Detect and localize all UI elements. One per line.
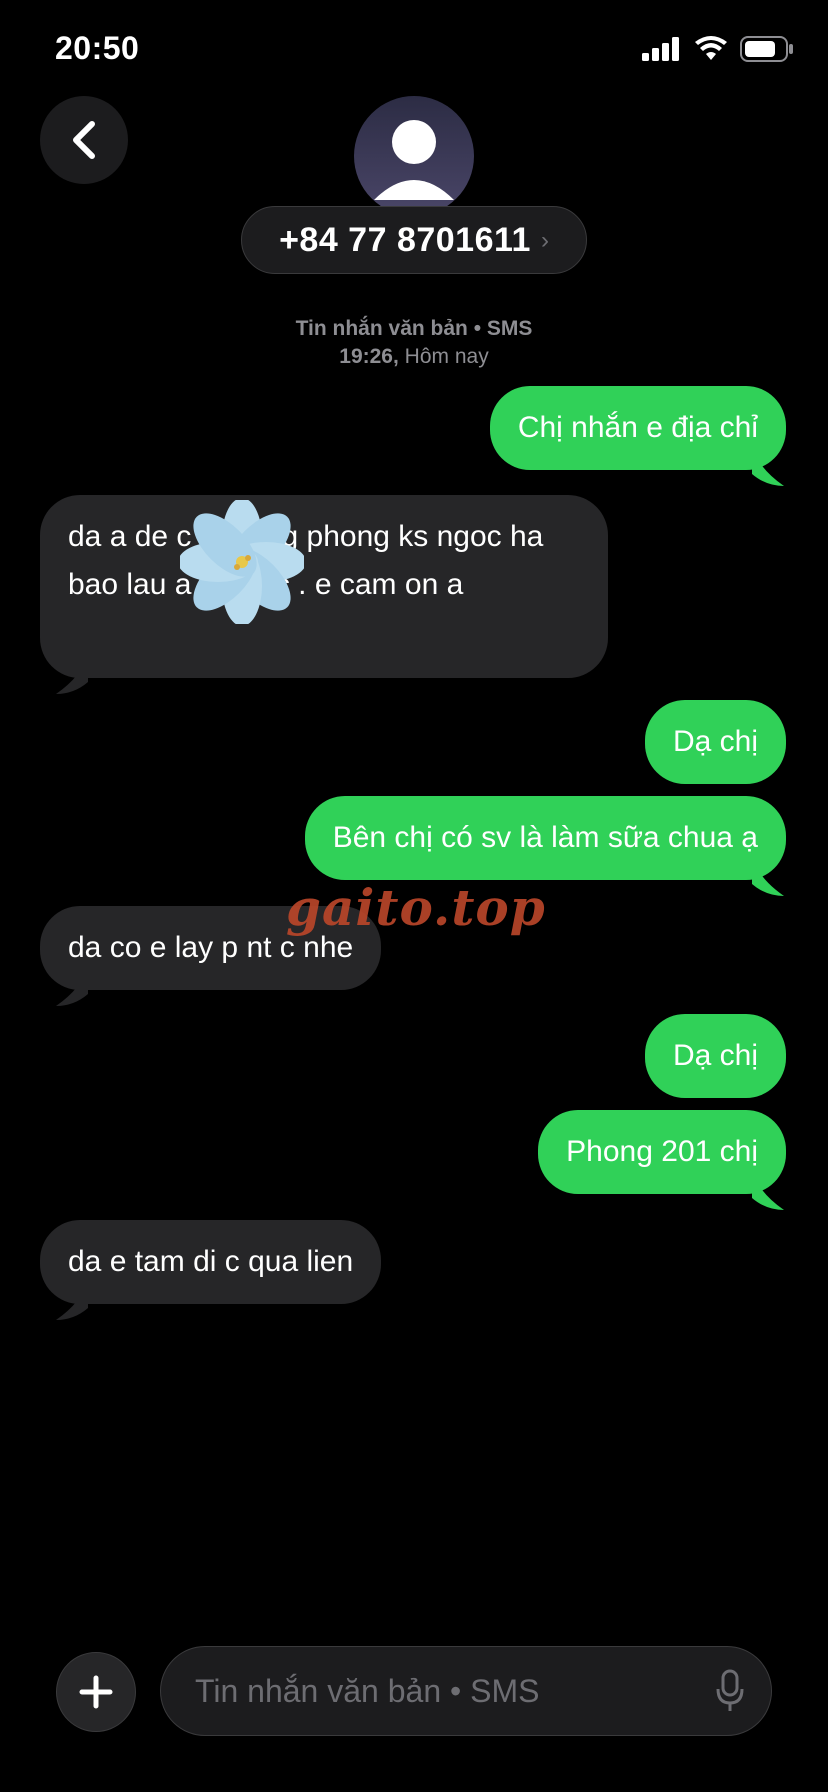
message-bubble-outgoing[interactable]: Dạ chị bbox=[644, 700, 786, 784]
flower-sticker bbox=[180, 500, 304, 624]
plus-icon bbox=[79, 1675, 113, 1709]
message-bubble-outgoing[interactable]: Bên chị có sv là làm sữa chua ạ bbox=[304, 796, 786, 880]
back-chevron-icon bbox=[73, 121, 95, 159]
status-icons bbox=[642, 36, 794, 62]
bubble-tail bbox=[56, 1280, 88, 1320]
watermark: gaito.top bbox=[286, 878, 546, 937]
message-bubble-outgoing[interactable]: Dạ chị bbox=[644, 1014, 786, 1098]
chevron-right-icon: › bbox=[540, 227, 549, 254]
bubble-tail bbox=[56, 654, 88, 694]
message-bubble-incoming[interactable]: da a de c le hong phong ks ngoc ha bao l… bbox=[40, 495, 608, 678]
back-button[interactable] bbox=[40, 96, 128, 184]
add-attachment-button[interactable] bbox=[56, 1652, 136, 1732]
message-input[interactable] bbox=[193, 1671, 677, 1711]
bubble-tail bbox=[752, 856, 784, 896]
avatar[interactable] bbox=[354, 96, 474, 216]
wifi-icon bbox=[695, 36, 727, 60]
status-time: 20:50 bbox=[55, 30, 140, 66]
conversation-timestamp: 19:26, Hôm nay bbox=[339, 345, 489, 368]
message-bubble-incoming[interactable]: da e tam di c qua lien bbox=[40, 1220, 382, 1304]
bubble-tail bbox=[752, 446, 784, 486]
bubble-tail bbox=[752, 1170, 784, 1210]
message-bubble-outgoing[interactable]: Phong 201 chị bbox=[538, 1110, 786, 1194]
microphone-icon[interactable] bbox=[715, 1669, 745, 1713]
avatar-person-icon bbox=[374, 120, 454, 200]
message-bubble-outgoing[interactable]: Chị nhắn e địa chỉ bbox=[489, 386, 786, 470]
bubble-tail bbox=[56, 966, 88, 1006]
message-input-container[interactable] bbox=[160, 1646, 772, 1736]
contact-number: +84 77 8701611 bbox=[279, 220, 531, 259]
signal-icon bbox=[642, 37, 679, 61]
battery-icon bbox=[740, 36, 793, 62]
contact-details-button[interactable]: +84 77 8701611 › bbox=[241, 206, 587, 274]
conversation-type: Tin nhắn văn bản • SMS bbox=[295, 317, 533, 340]
